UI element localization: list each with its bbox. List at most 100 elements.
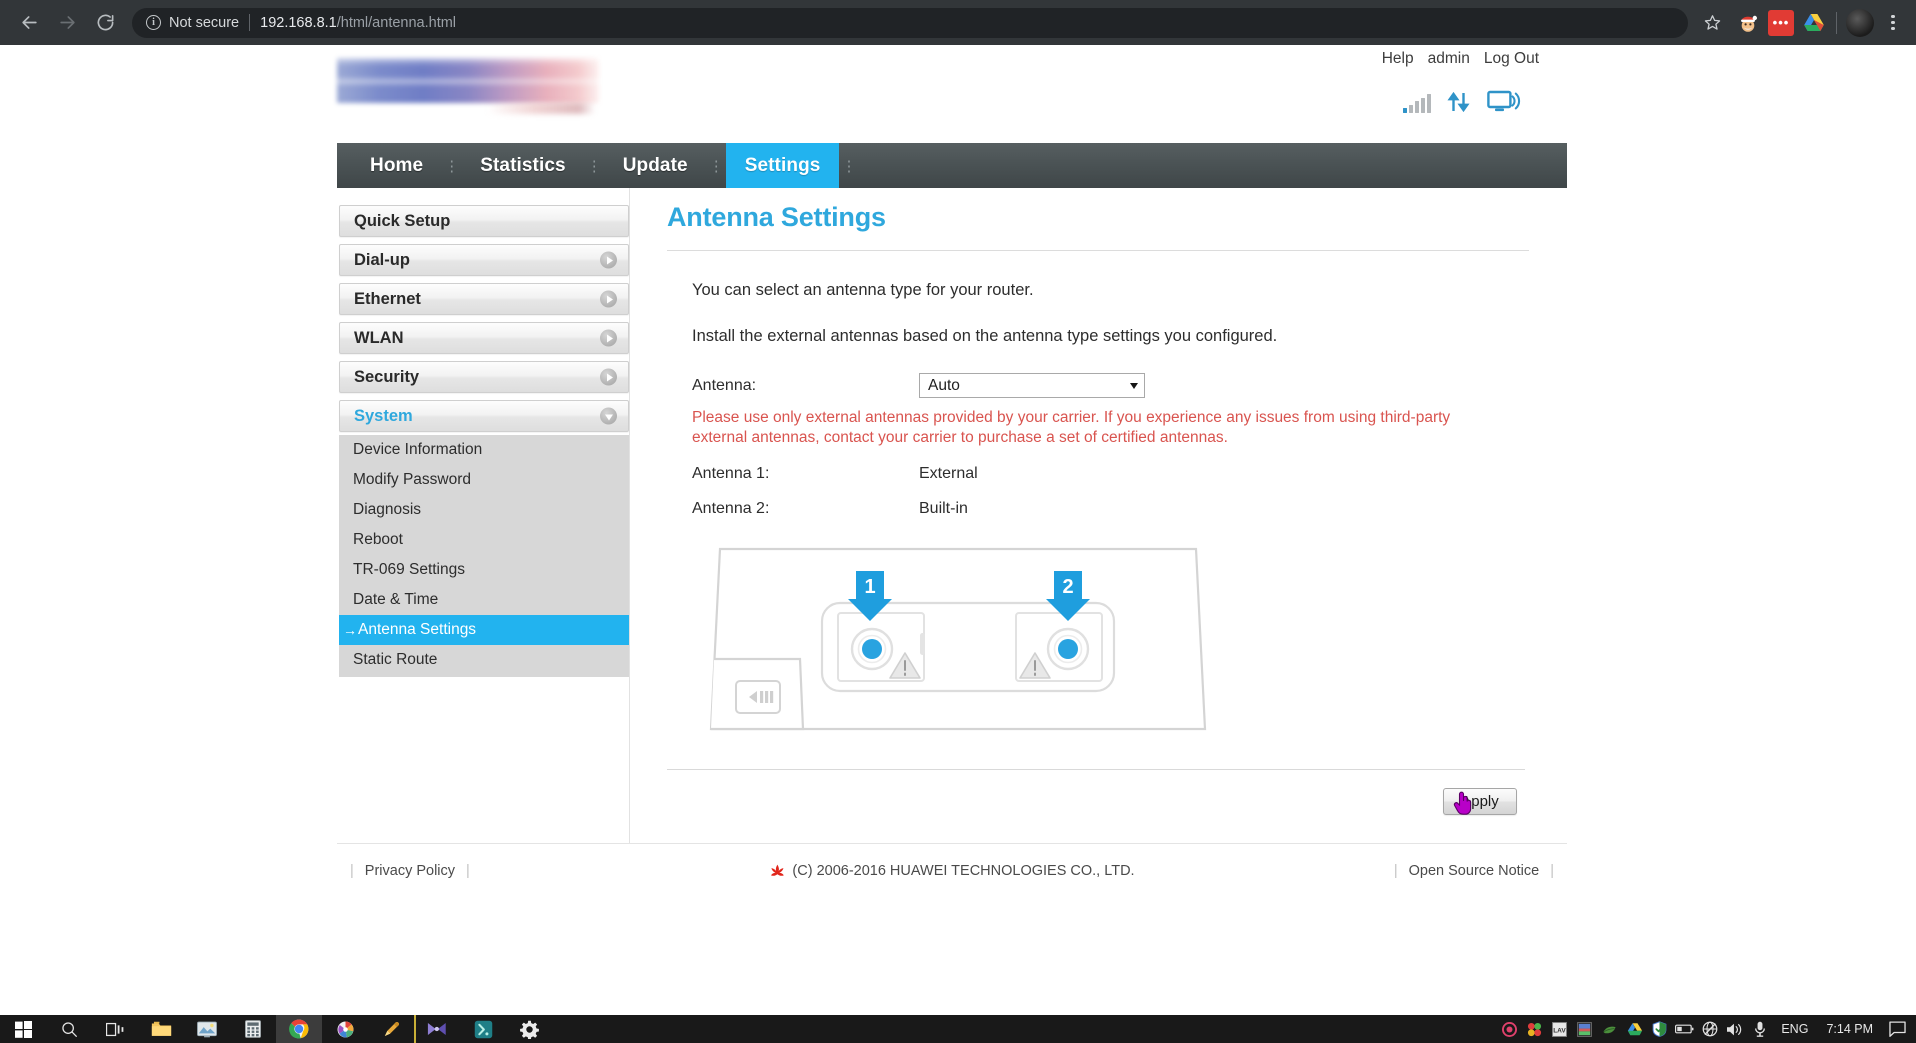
tab-statistics[interactable]: Statistics xyxy=(461,143,584,188)
sidebar-sub-label: Reboot xyxy=(353,531,403,549)
svg-text:LAV: LAV xyxy=(1554,1027,1567,1034)
google-drive-extension-icon[interactable] xyxy=(1801,10,1827,36)
huawei-flower-icon xyxy=(769,863,785,879)
antenna-type-select[interactable]: Auto xyxy=(919,373,1145,398)
file-explorer-icon[interactable] xyxy=(138,1015,184,1043)
sidebar-sub-label: TR-069 Settings xyxy=(353,561,465,579)
antenna-1-value: External xyxy=(919,465,978,483)
nav-separator: ⋮ xyxy=(585,143,604,188)
data-transfer-icon xyxy=(1447,91,1471,113)
profile-avatar[interactable] xyxy=(1846,9,1874,37)
sidebar-sub-label: Diagnosis xyxy=(353,501,421,519)
sidebar-sub-label: Date & Time xyxy=(353,591,438,609)
page-canvas: Help admin Log Out xyxy=(0,45,1916,1015)
user-label: admin xyxy=(1428,50,1470,68)
apply-button[interactable]: Apply xyxy=(1443,788,1517,815)
chevron-down-icon xyxy=(600,408,617,425)
mouse-cursor-hand-icon xyxy=(1452,790,1474,815)
sidebar-item-device-information[interactable]: Device Information xyxy=(339,435,629,465)
back-arrow-icon[interactable] xyxy=(10,4,48,42)
sidebar-label: Quick Setup xyxy=(354,212,450,231)
chrome-menu-icon[interactable] xyxy=(1880,7,1906,39)
language-indicator[interactable]: ENG xyxy=(1772,1015,1817,1043)
chrome-taskbar-icon[interactable] xyxy=(276,1015,322,1043)
diagram-port-2-label: 2 xyxy=(1062,576,1073,598)
color-palette-icon[interactable] xyxy=(1572,1015,1597,1043)
header-links: Help admin Log Out xyxy=(1382,50,1539,68)
settings-sidebar: Quick Setup Dial-up Ethernet WLAN Securi… xyxy=(337,188,629,843)
calculator-icon[interactable] xyxy=(230,1015,276,1043)
footer-divider: | xyxy=(1383,863,1409,879)
signal-strength-icon xyxy=(1403,93,1431,113)
sidebar-item-ethernet[interactable]: Ethernet xyxy=(339,283,629,315)
start-button[interactable] xyxy=(0,1015,46,1043)
settings-gear-icon[interactable] xyxy=(506,1015,552,1043)
sidebar-item-reboot[interactable]: Reboot xyxy=(339,525,629,555)
tab-update[interactable]: Update xyxy=(604,143,707,188)
connected-device-icon xyxy=(1487,89,1521,113)
terminal-app-icon[interactable] xyxy=(460,1015,506,1043)
site-info-icon[interactable]: i xyxy=(146,15,161,30)
microphone-icon[interactable] xyxy=(1747,1015,1772,1043)
task-view-icon[interactable] xyxy=(92,1015,138,1043)
lav-filters-icon[interactable]: LAV xyxy=(1547,1015,1572,1043)
omnibox-divider xyxy=(249,14,250,31)
sidebar-item-diagnosis[interactable]: Diagnosis xyxy=(339,495,629,525)
nav-separator: ⋮ xyxy=(707,143,726,188)
sidebar-sub-label: Device Information xyxy=(353,441,482,459)
sidebar-item-modify-password[interactable]: Modify Password xyxy=(339,465,629,495)
antenna-2-row: Antenna 2: Built-in xyxy=(692,492,1567,527)
paint-app-icon[interactable] xyxy=(322,1015,368,1043)
footer-divider: | xyxy=(339,863,365,879)
editor-app-icon[interactable] xyxy=(368,1015,414,1043)
action-center-icon[interactable] xyxy=(1882,1015,1912,1043)
address-bar[interactable]: i Not secure 192.168.8.1/html/antenna.ht… xyxy=(132,8,1688,38)
record-indicator-icon[interactable] xyxy=(1497,1015,1522,1043)
browser-toolbar: i Not secure 192.168.8.1/html/antenna.ht… xyxy=(0,0,1916,45)
chevron-right-icon xyxy=(600,291,617,308)
sidebar-item-dial-up[interactable]: Dial-up xyxy=(339,244,629,276)
nav-separator: ⋮ xyxy=(839,143,858,188)
sidebar-item-date-time[interactable]: Date & Time xyxy=(339,585,629,615)
battery-icon[interactable] xyxy=(1672,1015,1697,1043)
reload-icon[interactable] xyxy=(86,4,124,42)
sidebar-sub-label: Modify Password xyxy=(353,471,471,489)
toolbar-separator xyxy=(1836,12,1837,34)
sidebar-item-wlan[interactable]: WLAN xyxy=(339,322,629,354)
selected-arrow-icon: → xyxy=(343,622,357,638)
search-icon[interactable] xyxy=(46,1015,92,1043)
volume-icon[interactable] xyxy=(1722,1015,1747,1043)
privacy-policy-link[interactable]: Privacy Policy xyxy=(365,863,455,879)
google-drive-tray-icon[interactable] xyxy=(1622,1015,1647,1043)
colored-squares-icon[interactable] xyxy=(1522,1015,1547,1043)
antenna-select-row: Antenna: Auto xyxy=(692,373,1567,398)
chevron-right-icon xyxy=(600,369,617,386)
tab-home[interactable]: Home xyxy=(351,143,442,188)
open-source-notice-link[interactable]: Open Source Notice xyxy=(1409,863,1540,879)
sidebar-item-system[interactable]: System xyxy=(339,400,629,432)
logout-link[interactable]: Log Out xyxy=(1484,50,1539,68)
green-leaf-icon[interactable] xyxy=(1597,1015,1622,1043)
tab-settings[interactable]: Settings xyxy=(726,143,840,188)
photos-app-icon[interactable] xyxy=(184,1015,230,1043)
media-app-icon[interactable] xyxy=(414,1015,460,1043)
nav-separator: ⋮ xyxy=(442,143,461,188)
help-link[interactable]: Help xyxy=(1382,50,1414,68)
sidebar-item-quick-setup[interactable]: Quick Setup xyxy=(339,205,629,237)
network-no-internet-icon[interactable] xyxy=(1697,1015,1722,1043)
santa-extension-icon[interactable] xyxy=(1735,10,1761,36)
chevron-down-icon xyxy=(1130,383,1138,389)
sidebar-item-security[interactable]: Security xyxy=(339,361,629,393)
footer-left: | Privacy Policy | xyxy=(339,863,481,879)
sidebar-item-antenna-settings[interactable]: → Antenna Settings xyxy=(339,615,629,645)
sidebar-item-tr-069-settings[interactable]: TR-069 Settings xyxy=(339,555,629,585)
sidebar-item-static-route[interactable]: Static Route xyxy=(339,645,629,675)
system-submenu: Device Information Modify Password Diagn… xyxy=(339,435,629,677)
footer-divider: | xyxy=(455,863,481,879)
clock[interactable]: 7:14 PM xyxy=(1817,1015,1882,1043)
bookmark-star-icon[interactable] xyxy=(1696,7,1728,39)
red-dots-extension-icon[interactable]: ••• xyxy=(1768,10,1794,36)
forward-arrow-icon[interactable] xyxy=(48,4,86,42)
antenna-field-label: Antenna: xyxy=(692,377,919,395)
windows-defender-icon[interactable] xyxy=(1647,1015,1672,1043)
